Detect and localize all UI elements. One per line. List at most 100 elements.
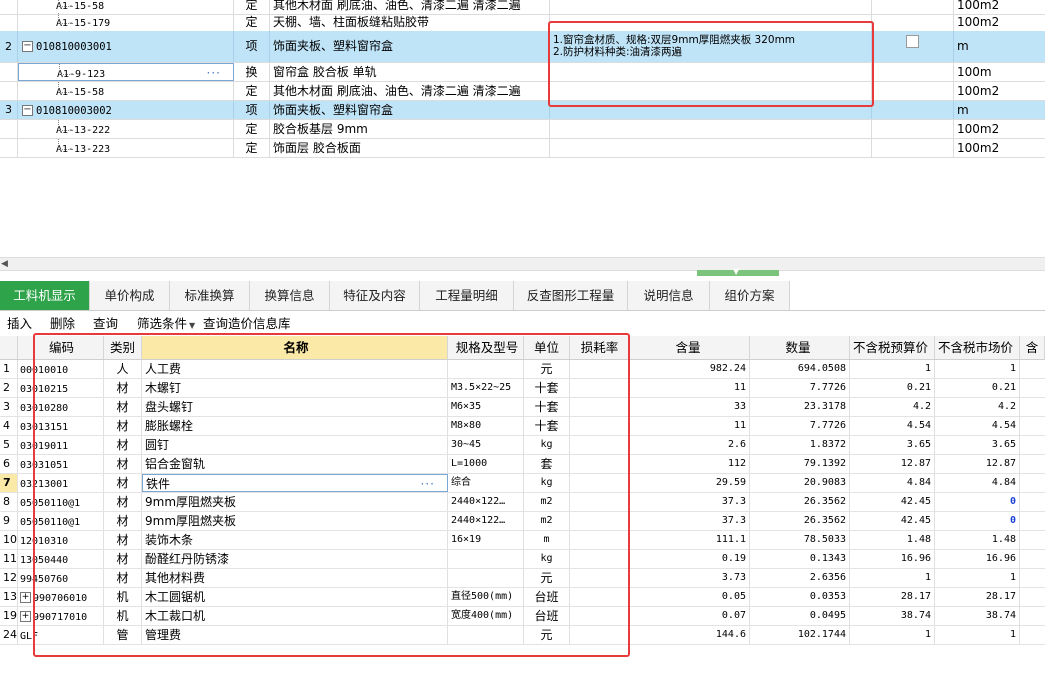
code-cell[interactable]: A1-13-223: [18, 139, 234, 157]
scroll-left-icon[interactable]: ◀: [1, 258, 11, 270]
measure-row[interactable]: A1-15-179 定天棚、墙、柱面板缝粘贴胶带 100m2: [0, 13, 1045, 32]
measure-row[interactable]: 3−010810003002 项饰面夹板、塑料窗帘盒 m: [0, 101, 1045, 120]
code-cell[interactable]: A1-13-222: [18, 120, 234, 138]
flag-cell[interactable]: [872, 13, 954, 31]
budget-price-cell[interactable]: 1: [850, 360, 935, 378]
content-cell[interactable]: 0.07: [630, 607, 750, 625]
measure-row[interactable]: A1-15-58 定其他木材面 刷底油、油色、清漆二遍 清漆二遍 100m2: [0, 82, 1045, 101]
quantity-cell[interactable]: 0.1343: [750, 550, 850, 568]
market-price-cell[interactable]: 1: [935, 569, 1020, 587]
filter-dropdown[interactable]: 筛选条件 ▼: [137, 315, 195, 335]
content-cell[interactable]: 0.05: [630, 588, 750, 606]
quantity-cell[interactable]: 79.1392: [750, 455, 850, 473]
name-cell[interactable]: 饰面夹板、塑料窗帘盒: [270, 31, 550, 62]
feature-cell[interactable]: [550, 0, 872, 14]
market-price-cell[interactable]: 28.17: [935, 588, 1020, 606]
flag-cell[interactable]: [872, 82, 954, 100]
measure-row[interactable]: A1-13-222 定胶合板基层 9mm 100m2: [0, 120, 1045, 139]
quantity-cell[interactable]: 1.8372: [750, 436, 850, 454]
collapse-icon[interactable]: −: [22, 105, 33, 116]
checkbox[interactable]: [906, 35, 919, 48]
content-cell[interactable]: 0.19: [630, 550, 750, 568]
quantity-cell[interactable]: 2.6356: [750, 569, 850, 587]
flag-cell[interactable]: [872, 101, 954, 119]
budget-price-cell[interactable]: 1: [850, 626, 935, 644]
budget-price-cell[interactable]: 4.84: [850, 474, 935, 492]
name-cell[interactable]: 其他木材面 刷底油、油色、清漆二遍 清漆二遍: [270, 0, 550, 14]
delete-button[interactable]: 删除: [50, 315, 75, 333]
measure-row[interactable]: A1-9-123 ··· 换窗帘盒 胶合板 单轨 100m: [0, 63, 1045, 82]
quantity-cell[interactable]: 102.1744: [750, 626, 850, 644]
tab-8[interactable]: 说明信息: [628, 281, 710, 310]
horizontal-scrollbar[interactable]: ◀: [0, 257, 1045, 271]
market-price-cell[interactable]: 0.21: [935, 379, 1020, 397]
market-price-cell[interactable]: 4.54: [935, 417, 1020, 435]
content-cell[interactable]: 144.6: [630, 626, 750, 644]
content-cell[interactable]: 2.6: [630, 436, 750, 454]
tab-3[interactable]: 标准换算: [170, 281, 250, 310]
content-cell[interactable]: 111.1: [630, 531, 750, 549]
expand-icon[interactable]: +: [20, 611, 31, 622]
budget-price-cell[interactable]: 42.45: [850, 493, 935, 511]
measure-row[interactable]: A1-13-223 定饰面层 胶合板面 100m2: [0, 139, 1045, 158]
budget-price-cell[interactable]: 16.96: [850, 550, 935, 568]
code-cell[interactable]: A1-9-123 ···: [18, 63, 234, 81]
market-price-cell[interactable]: 0: [935, 493, 1020, 511]
header-market-price[interactable]: 不含税市场价: [935, 336, 1020, 359]
market-price-cell[interactable]: 3.65: [935, 436, 1020, 454]
budget-price-cell[interactable]: 12.87: [850, 455, 935, 473]
collapse-icon[interactable]: −: [22, 41, 33, 52]
code-cell[interactable]: A1-15-179: [18, 13, 234, 31]
budget-price-cell[interactable]: 4.2: [850, 398, 935, 416]
code-cell[interactable]: −010810003001: [18, 31, 234, 62]
content-cell[interactable]: 112: [630, 455, 750, 473]
quantity-cell[interactable]: 26.3562: [750, 512, 850, 530]
flag-cell[interactable]: [872, 63, 954, 81]
name-cell[interactable]: 其他木材面 刷底油、油色、清漆二遍 清漆二遍: [270, 82, 550, 100]
quantity-cell[interactable]: 694.0508: [750, 360, 850, 378]
quantity-cell[interactable]: 7.7726: [750, 417, 850, 435]
header-truncated[interactable]: 含: [1020, 336, 1045, 359]
market-price-cell[interactable]: 1.48: [935, 531, 1020, 549]
market-price-cell[interactable]: 4.2: [935, 398, 1020, 416]
tab-1[interactable]: 工料机显示: [0, 281, 90, 310]
content-cell[interactable]: 3.73: [630, 569, 750, 587]
content-cell[interactable]: 982.24: [630, 360, 750, 378]
expand-icon[interactable]: +: [20, 592, 31, 603]
content-cell[interactable]: 37.3: [630, 493, 750, 511]
budget-price-cell[interactable]: 42.45: [850, 512, 935, 530]
flag-cell[interactable]: [872, 120, 954, 138]
market-price-cell[interactable]: 0: [935, 512, 1020, 530]
quantity-cell[interactable]: 20.9083: [750, 474, 850, 492]
price-info-db-button[interactable]: 查询造价信息库: [203, 315, 291, 333]
market-price-cell[interactable]: 12.87: [935, 455, 1020, 473]
quantity-cell[interactable]: 23.3178: [750, 398, 850, 416]
name-cell[interactable]: 窗帘盒 胶合板 单轨: [270, 63, 550, 81]
feature-cell[interactable]: [550, 120, 872, 138]
market-price-cell[interactable]: 38.74: [935, 607, 1020, 625]
tab-6[interactable]: 工程量明细: [420, 281, 514, 310]
name-cell[interactable]: 天棚、墙、柱面板缝粘贴胶带: [270, 13, 550, 31]
measure-row[interactable]: 2−010810003001 项饰面夹板、塑料窗帘盒 1.窗帘盒材质、规格:双层9m…: [0, 31, 1045, 63]
tab-2[interactable]: 单价构成: [90, 281, 170, 310]
budget-price-cell[interactable]: 3.65: [850, 436, 935, 454]
market-price-cell[interactable]: 1: [935, 360, 1020, 378]
feature-cell[interactable]: [550, 139, 872, 157]
budget-price-cell[interactable]: 4.54: [850, 417, 935, 435]
market-price-cell[interactable]: 4.84: [935, 474, 1020, 492]
flag-cell[interactable]: [872, 139, 954, 157]
name-cell[interactable]: 饰面夹板、塑料窗帘盒: [270, 101, 550, 119]
flag-cell[interactable]: [872, 31, 954, 62]
tab-5[interactable]: 特征及内容: [330, 281, 420, 310]
budget-price-cell[interactable]: 38.74: [850, 607, 935, 625]
tab-9[interactable]: 组价方案: [710, 281, 790, 310]
header-budget-price[interactable]: 不含税预算价: [850, 336, 935, 359]
budget-price-cell[interactable]: 1: [850, 569, 935, 587]
code-cell[interactable]: −010810003002: [18, 101, 234, 119]
content-cell[interactable]: 29.59: [630, 474, 750, 492]
quantity-cell[interactable]: 7.7726: [750, 379, 850, 397]
tab-4[interactable]: 换算信息: [250, 281, 330, 310]
header-quantity[interactable]: 数量: [750, 336, 850, 359]
quantity-cell[interactable]: 78.5033: [750, 531, 850, 549]
market-price-cell[interactable]: 1: [935, 626, 1020, 644]
